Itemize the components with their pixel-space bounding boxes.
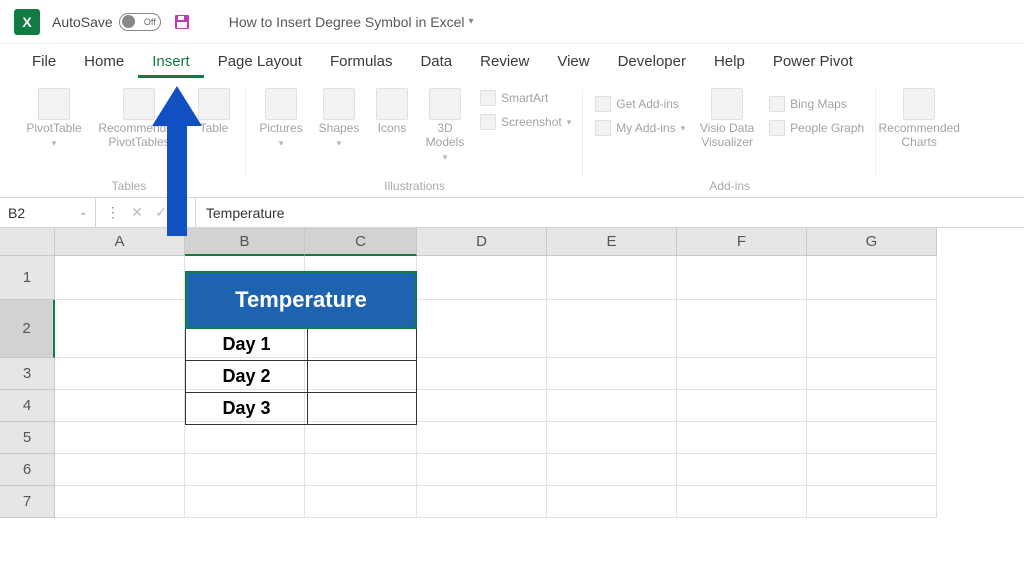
row-header-1[interactable]: 1 [0,256,55,300]
bing-maps-button[interactable]: Bing Maps [765,94,868,114]
table-row[interactable]: Day 1 [185,329,308,361]
row-header-3[interactable]: 3 [0,358,55,390]
autosave-toggle[interactable]: Off [119,13,161,31]
group-illustrations: Pictures▾ Shapes▾ Icons 3D Models▾ Smart… [246,84,583,197]
cancel-formula-icon[interactable]: ✕ [128,204,146,221]
excel-logo-icon: X [14,9,40,35]
tab-page-layout[interactable]: Page Layout [204,47,316,78]
shapes-icon [323,88,355,120]
formula-input[interactable]: Temperature [196,205,295,221]
col-header-G[interactable]: G [807,228,937,256]
smartart-button[interactable]: SmartArt [476,88,575,108]
annotation-arrow-icon [152,86,202,236]
name-box[interactable]: B2 ⌄ [0,198,96,227]
group-charts-partial: Recommended Charts [876,84,962,197]
pivottable-icon [38,88,70,120]
autosave-control[interactable]: AutoSave Off [52,13,161,31]
chart-icon [903,88,935,120]
chevron-down-icon: ▾ [468,16,473,27]
worksheet[interactable]: A B C D E F G 1 2 3 4 5 6 7 Temperature … [0,228,1024,518]
cancel-icon[interactable]: ⋮ [104,204,122,221]
smartart-icon [480,90,496,106]
table-header[interactable]: Temperature [185,271,417,329]
tab-power-pivot[interactable]: Power Pivot [759,47,867,78]
screenshot-icon [480,114,496,130]
tab-file[interactable]: File [18,47,70,78]
autosave-label: AutoSave [52,14,113,30]
recommended-charts-button[interactable]: Recommended Charts [884,84,954,150]
3d-models-icon [429,88,461,120]
row-header-4[interactable]: 4 [0,390,55,422]
table-cell[interactable] [308,329,417,361]
group-tables: PivotTable▾ Recommended PivotTables Tabl… [12,84,246,197]
group-label-illustrations: Illustrations [384,176,445,197]
row-header-7[interactable]: 7 [0,486,55,518]
tab-data[interactable]: Data [406,47,466,78]
document-title[interactable]: How to Insert Degree Symbol in Excel ▾ [229,14,474,30]
save-icon[interactable] [173,13,191,31]
table-row[interactable]: Day 3 [185,393,308,425]
get-addins-icon [595,96,611,112]
col-header-E[interactable]: E [547,228,677,256]
table-row[interactable]: Day 2 [185,361,308,393]
my-addins-button[interactable]: My Add-ins▾ [591,118,689,138]
tab-insert[interactable]: Insert [138,47,204,78]
shapes-button[interactable]: Shapes▾ [314,84,364,149]
pictures-icon [265,88,297,120]
people-graph-button[interactable]: People Graph [765,118,868,138]
select-all-corner[interactable] [0,228,55,256]
my-addins-icon [595,120,611,136]
3d-models-button[interactable]: 3D Models▾ [420,84,470,163]
tab-help[interactable]: Help [700,47,759,78]
table-icon [198,88,230,120]
tab-review[interactable]: Review [466,47,543,78]
screenshot-button[interactable]: Screenshot▾ [476,112,575,132]
visio-button[interactable]: Visio Data Visualizer [695,84,759,150]
tab-formulas[interactable]: Formulas [316,47,407,78]
icons-icon [376,88,408,120]
col-header-B[interactable]: B [185,228,305,256]
group-label-addins: Add-ins [709,176,750,197]
row-header-2[interactable]: 2 [0,300,55,358]
visio-icon [711,88,743,120]
col-header-C[interactable]: C [305,228,417,256]
bing-maps-icon [769,96,785,112]
group-addins: Get Add-ins My Add-ins▾ Visio Data Visua… [583,84,876,197]
tab-view[interactable]: View [543,47,603,78]
pivottable-button[interactable]: PivotTable▾ [20,84,88,149]
col-header-D[interactable]: D [417,228,547,256]
row-header-5[interactable]: 5 [0,422,55,454]
tab-home[interactable]: Home [70,47,138,78]
get-addins-button[interactable]: Get Add-ins [591,94,689,114]
temperature-table: Temperature Day 1 Day 2 Day 3 [185,271,417,425]
tab-developer[interactable]: Developer [604,47,700,78]
icons-button[interactable]: Icons [370,84,414,136]
pictures-button[interactable]: Pictures▾ [254,84,308,149]
title-bar: X AutoSave Off How to Insert Degree Symb… [0,0,1024,44]
recommended-pivottables-icon [123,88,155,120]
table-cell[interactable] [308,361,417,393]
chevron-down-icon: ⌄ [79,207,87,218]
row-header-6[interactable]: 6 [0,454,55,486]
table-cell[interactable] [308,393,417,425]
ribbon-tabs: File Home Insert Page Layout Formulas Da… [0,44,1024,78]
col-header-F[interactable]: F [677,228,807,256]
group-label-tables: Tables [112,176,147,197]
people-graph-icon [769,120,785,136]
